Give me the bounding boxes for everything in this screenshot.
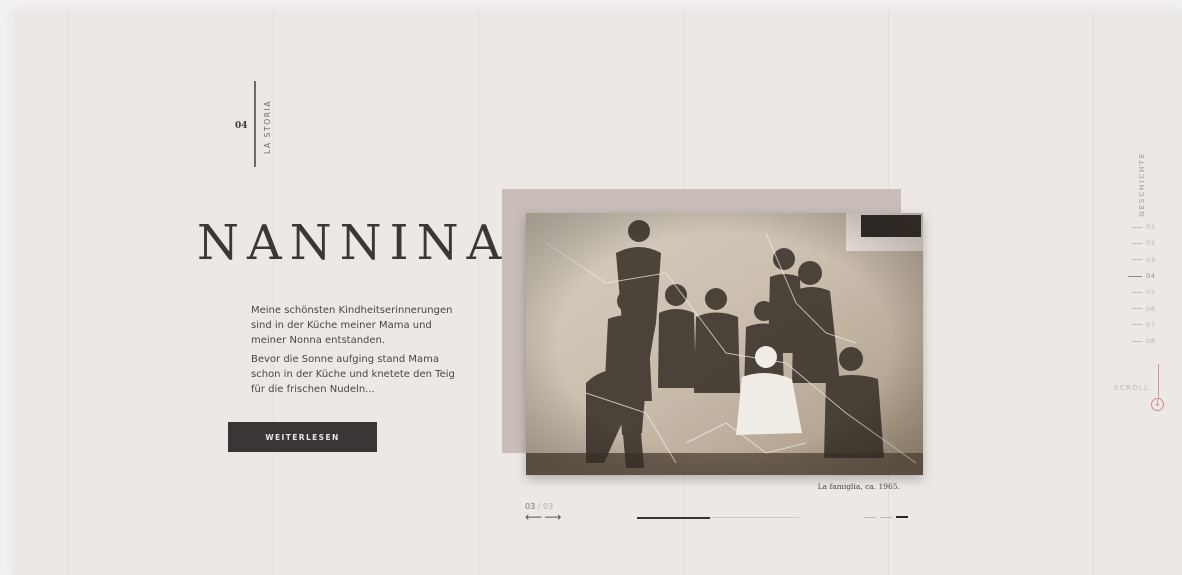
slide-progress-fill (637, 516, 710, 519)
side-nav-item-label: 01 (1146, 223, 1156, 232)
read-more-button[interactable]: WEITERLESEN (228, 422, 377, 452)
side-nav-item-label: 04 (1146, 272, 1156, 281)
side-nav-tick (1132, 308, 1142, 310)
side-nav-tick (1132, 226, 1142, 228)
side-nav-item[interactable]: 04 (1128, 268, 1156, 284)
slide-progress-track (637, 516, 799, 519)
side-nav-tick (1132, 324, 1142, 326)
side-nav-item-label: 06 (1146, 304, 1156, 313)
side-nav-item[interactable]: 08 (1132, 333, 1156, 349)
side-nav-item[interactable]: 01 (1132, 219, 1156, 235)
grid-line (273, 11, 274, 575)
side-nav-item[interactable]: 07 (1132, 317, 1156, 333)
side-nav-item-label: 03 (1146, 255, 1156, 264)
arrow-left-icon[interactable]: ⟵ (525, 510, 544, 524)
grid-line (68, 11, 69, 575)
slide-dot[interactable] (864, 517, 876, 518)
photo-caption: La famiglia, ca. 1965. (817, 482, 900, 491)
side-nav-item[interactable]: 02 (1132, 235, 1156, 251)
side-nav-item[interactable]: 03 (1132, 252, 1156, 268)
side-nav-tick (1132, 340, 1142, 342)
page-title: NANNINA (197, 215, 510, 271)
intro-text: Meine schönsten Kindheitserinnerungen si… (251, 303, 466, 401)
section-divider (254, 81, 256, 167)
side-nav-item-label: 05 (1146, 288, 1156, 297)
grid-line (478, 11, 479, 575)
intro-paragraph: Meine schönsten Kindheitserinnerungen si… (251, 305, 453, 346)
side-nav: 01 02 03 04 05 06 07 08 (1128, 219, 1156, 349)
arrow-down-circle-icon[interactable]: ↓ (1151, 398, 1164, 411)
scroll-line (1158, 364, 1159, 399)
section-number: 04 (235, 121, 248, 131)
side-nav-item-label: 08 (1146, 337, 1156, 346)
grid-line (1093, 11, 1094, 575)
slide-dots (864, 516, 908, 518)
slide-dot[interactable] (880, 517, 892, 518)
scroll-label: SCROLL (1114, 384, 1150, 392)
side-nav-tick (1132, 242, 1142, 244)
arrow-right-icon[interactable]: ⟶ (544, 510, 563, 524)
family-photo[interactable] (526, 213, 923, 475)
side-nav-label: GESCHICHTE (1138, 152, 1146, 217)
slide-dot[interactable] (896, 516, 908, 518)
side-nav-tick (1132, 259, 1142, 261)
side-nav-item[interactable]: 05 (1132, 284, 1156, 300)
intro-paragraph: Bevor die Sonne aufging stand Mama schon… (251, 354, 455, 395)
side-nav-item-label: 02 (1146, 239, 1156, 248)
slide-arrows: ⟵⟶ (525, 510, 563, 524)
side-nav-item[interactable]: 06 (1132, 300, 1156, 316)
section-label: LA STORIA (263, 99, 272, 154)
page: 04 LA STORIA NANNINA Meine schönsten Kin… (14, 11, 1182, 575)
side-nav-tick (1128, 275, 1142, 277)
side-nav-item-label: 07 (1146, 320, 1156, 329)
side-nav-tick (1132, 291, 1142, 293)
